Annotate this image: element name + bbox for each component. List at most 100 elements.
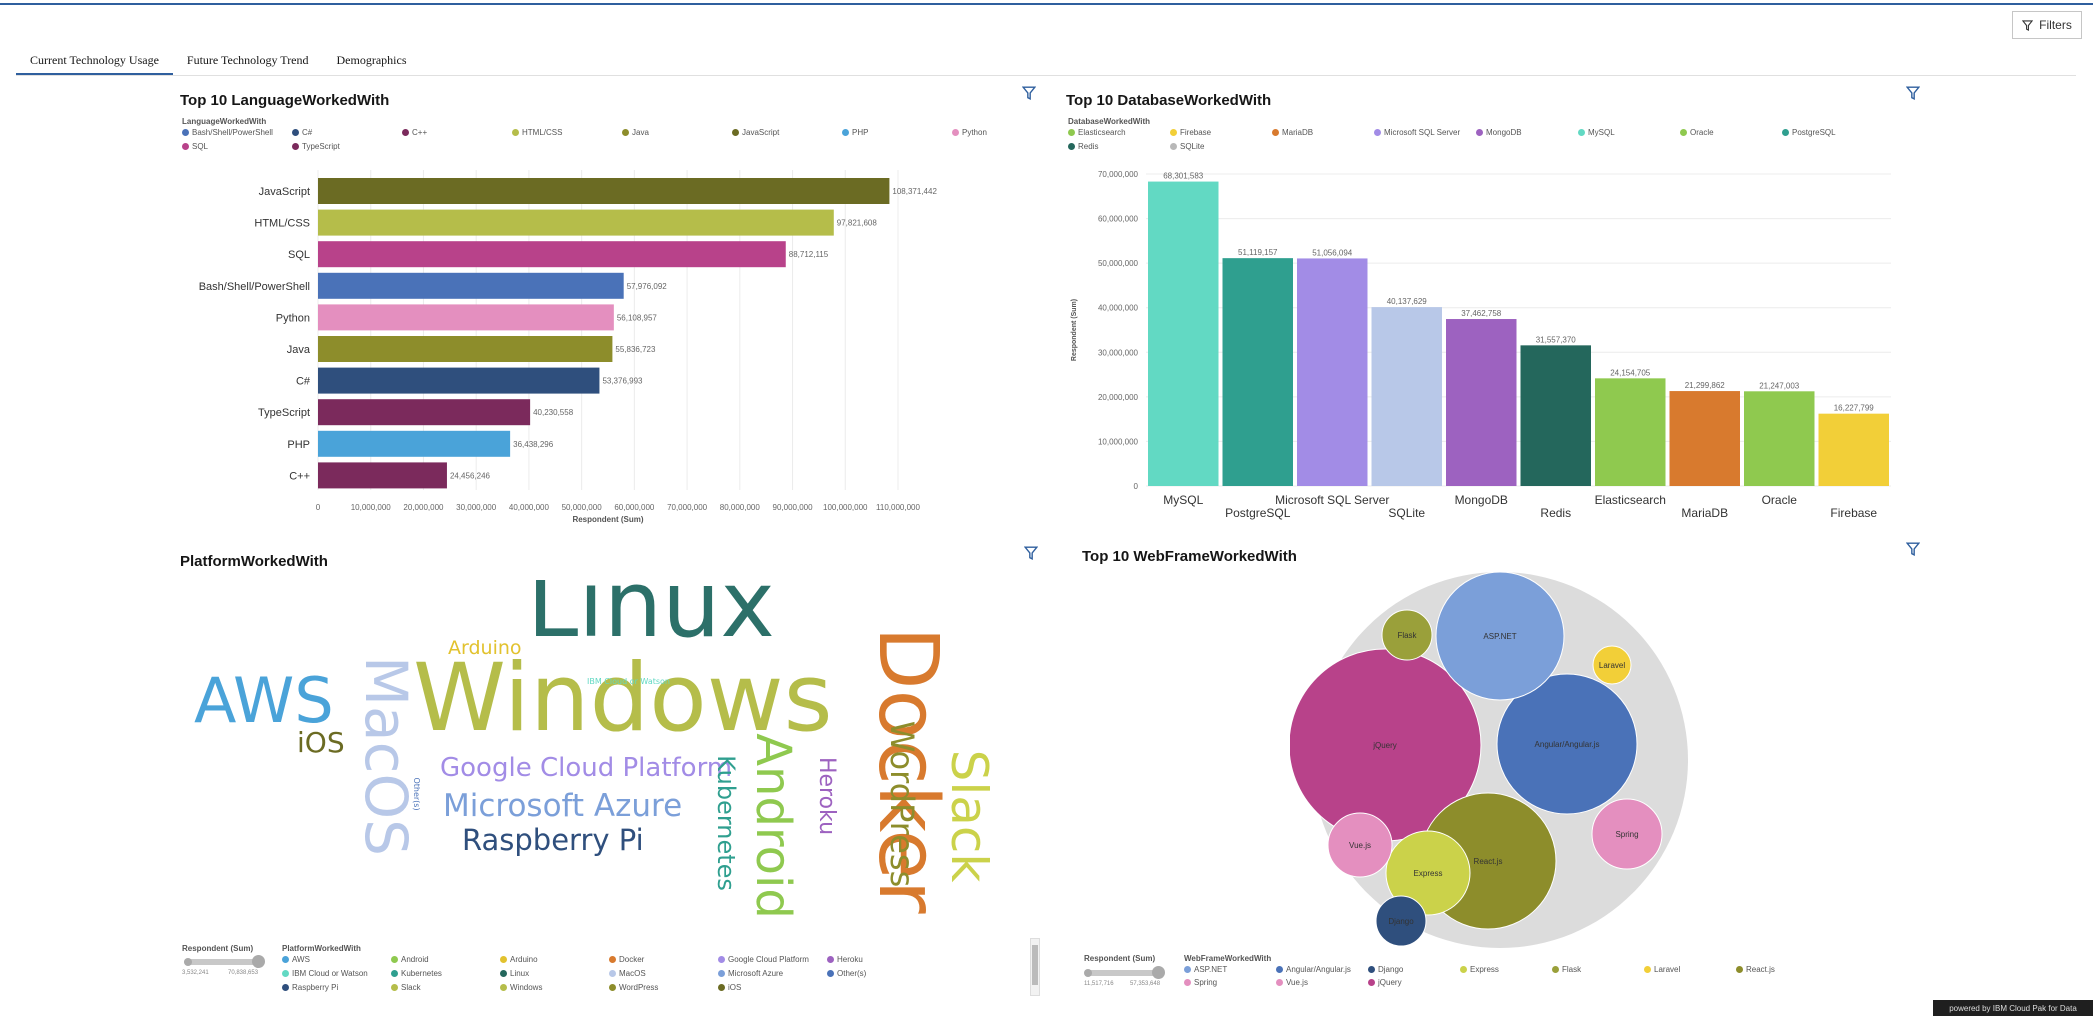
- bar-mariadb[interactable]: [1669, 391, 1741, 486]
- platform-size-slider-min-handle[interactable]: [184, 958, 192, 966]
- database-legend-item-redis[interactable]: Redis: [1068, 142, 1098, 151]
- legend-label: MongoDB: [1486, 128, 1522, 137]
- bar-oracle[interactable]: [1744, 391, 1815, 486]
- bar-html-css[interactable]: [318, 209, 834, 236]
- bar-java[interactable]: [318, 336, 613, 362]
- legend-swatch: [391, 984, 398, 991]
- database-legend-item-mariadb[interactable]: MariaDB: [1272, 128, 1313, 137]
- scrollbar-thumb[interactable]: [1032, 945, 1038, 985]
- word-ios[interactable]: iOS: [297, 726, 345, 759]
- platform-legend-item-heroku[interactable]: Heroku: [827, 955, 863, 964]
- language-legend-item-c[interactable]: C++: [402, 128, 427, 137]
- platform-legend-item-slack[interactable]: Slack: [391, 983, 421, 992]
- word-raspberry-pi[interactable]: Raspberry Pi: [462, 823, 644, 857]
- language-legend-item-html-css[interactable]: HTML/CSS: [512, 128, 562, 137]
- tab-future-technology-trend[interactable]: Future Technology Trend: [173, 44, 323, 75]
- tab-current-technology-usage[interactable]: Current Technology Usage: [16, 44, 173, 75]
- platform-legend-item-google-cloud-platform[interactable]: Google Cloud Platform: [718, 955, 809, 964]
- bar-sqlite[interactable]: [1371, 307, 1443, 486]
- platform-legend-item-other-s[interactable]: Other(s): [827, 969, 866, 978]
- webframe-size-slider-min-handle[interactable]: [1084, 969, 1092, 977]
- language-legend-item-c[interactable]: C#: [292, 128, 312, 137]
- word-wordpress[interactable]: WordPress: [883, 721, 921, 887]
- word-arduino[interactable]: Arduino: [448, 637, 522, 659]
- platform-legend-item-arduino[interactable]: Arduino: [500, 955, 538, 964]
- bar-microsoft-sql-server[interactable]: [1297, 258, 1368, 486]
- language-filter-icon[interactable]: [1022, 86, 1036, 100]
- webframe-size-slider-max-handle[interactable]: [1152, 966, 1165, 979]
- platform-filter-icon[interactable]: [1024, 546, 1038, 560]
- platform-size-max: 70,838,653: [228, 970, 259, 976]
- database-legend-item-mongodb[interactable]: MongoDB: [1476, 128, 1522, 137]
- word-android[interactable]: Android: [745, 733, 801, 919]
- webframe-legend-item-react-js[interactable]: React.js: [1736, 965, 1775, 974]
- platform-legend-scrollbar[interactable]: [1030, 938, 1040, 996]
- webframe-legend-item-vue-js[interactable]: Vue.js: [1276, 978, 1308, 987]
- bar-javascript[interactable]: [318, 178, 890, 204]
- platform-legend-item-microsoft-azure[interactable]: Microsoft Azure: [718, 969, 783, 978]
- bar-c[interactable]: [318, 367, 600, 394]
- database-legend-item-firebase[interactable]: Firebase: [1170, 128, 1211, 137]
- language-legend-item-python[interactable]: Python: [952, 128, 987, 137]
- database-legend-item-sqlite[interactable]: SQLite: [1170, 142, 1204, 151]
- platform-legend-item-linux[interactable]: Linux: [500, 969, 529, 978]
- database-legend-item-elasticsearch[interactable]: Elasticsearch: [1068, 128, 1126, 137]
- word-kubernetes[interactable]: Kubernetes: [712, 755, 740, 891]
- webframe-legend-item-django[interactable]: Django: [1368, 965, 1403, 974]
- bar-mysql[interactable]: [1148, 181, 1219, 487]
- language-legend-item-bash-shell-powershell[interactable]: Bash/Shell/PowerShell: [182, 128, 273, 137]
- webframe-legend-item-flask[interactable]: Flask: [1552, 965, 1581, 974]
- language-legend-item-php[interactable]: PHP: [842, 128, 868, 137]
- platform-legend-item-aws[interactable]: AWS: [282, 955, 310, 964]
- bar-bash-shell-powershell[interactable]: [318, 272, 624, 299]
- language-legend-item-javascript[interactable]: JavaScript: [732, 128, 779, 137]
- word-google-cloud-platform[interactable]: Google Cloud Platform: [440, 753, 732, 783]
- webframe-legend-item-laravel[interactable]: Laravel: [1644, 965, 1680, 974]
- bar-postgresql[interactable]: [1222, 258, 1294, 486]
- word-ibm-cloud-or-watson[interactable]: IBM Cloud or Watson: [587, 677, 670, 686]
- webframe-legend-item-asp-net[interactable]: ASP.NET: [1184, 965, 1227, 974]
- database-legend-item-postgresql[interactable]: PostgreSQL: [1782, 128, 1836, 137]
- language-legend-item-typescript[interactable]: TypeScript: [292, 142, 340, 151]
- data-label: 57,976,092: [627, 282, 668, 291]
- platform-legend-item-ibm-cloud-or-watson[interactable]: IBM Cloud or Watson: [282, 969, 368, 978]
- database-filter-icon[interactable]: [1906, 86, 1920, 100]
- word-slack[interactable]: Slack: [940, 750, 998, 883]
- webframe-legend-item-jquery[interactable]: jQuery: [1368, 978, 1402, 987]
- tab-demographics[interactable]: Demographics: [323, 44, 421, 75]
- bar-redis[interactable]: [1520, 345, 1592, 486]
- platform-legend-item-docker[interactable]: Docker: [609, 955, 644, 964]
- database-legend-item-mysql[interactable]: MySQL: [1578, 128, 1615, 137]
- platform-legend-item-android[interactable]: Android: [391, 955, 429, 964]
- bar-c[interactable]: [318, 462, 447, 489]
- webframe-filter-icon[interactable]: [1906, 542, 1920, 556]
- platform-legend-item-raspberry-pi[interactable]: Raspberry Pi: [282, 983, 338, 992]
- webframe-legend-item-angular-angular-js[interactable]: Angular/Angular.js: [1276, 965, 1351, 974]
- webframe-legend-item-spring[interactable]: Spring: [1184, 978, 1217, 987]
- webframe-legend-item-express[interactable]: Express: [1460, 965, 1499, 974]
- platform-legend-item-wordpress[interactable]: WordPress: [609, 983, 658, 992]
- platform-legend-item-ios[interactable]: iOS: [718, 983, 741, 992]
- bar-typescript[interactable]: [318, 399, 531, 426]
- bar-python[interactable]: [318, 304, 614, 331]
- platform-legend-item-macos[interactable]: MacOS: [609, 969, 646, 978]
- word-other-s[interactable]: Other(s): [412, 777, 421, 810]
- database-legend-item-microsoft-sql-server[interactable]: Microsoft SQL Server: [1374, 128, 1460, 137]
- database-legend-item-oracle[interactable]: Oracle: [1680, 128, 1714, 137]
- word-macos[interactable]: MacOS: [352, 656, 420, 856]
- bar-mongodb[interactable]: [1446, 319, 1517, 486]
- word-heroku[interactable]: Heroku: [814, 757, 839, 835]
- language-legend-item-sql[interactable]: SQL: [182, 142, 208, 151]
- platform-legend-item-windows[interactable]: Windows: [500, 983, 542, 992]
- language-legend-item-java[interactable]: Java: [622, 128, 649, 137]
- bar-sql[interactable]: [318, 241, 786, 268]
- filters-button[interactable]: Filters: [2012, 11, 2082, 39]
- platform-size-slider[interactable]: [184, 959, 262, 965]
- word-microsoft-azure[interactable]: Microsoft Azure: [443, 788, 682, 824]
- bar-elasticsearch[interactable]: [1595, 378, 1666, 486]
- language-legend-title: LanguageWorkedWith: [182, 117, 267, 126]
- bar-firebase[interactable]: [1818, 413, 1890, 486]
- platform-legend-item-kubernetes[interactable]: Kubernetes: [391, 969, 442, 978]
- bar-php[interactable]: [318, 430, 511, 457]
- platform-size-slider-max-handle[interactable]: [252, 955, 265, 968]
